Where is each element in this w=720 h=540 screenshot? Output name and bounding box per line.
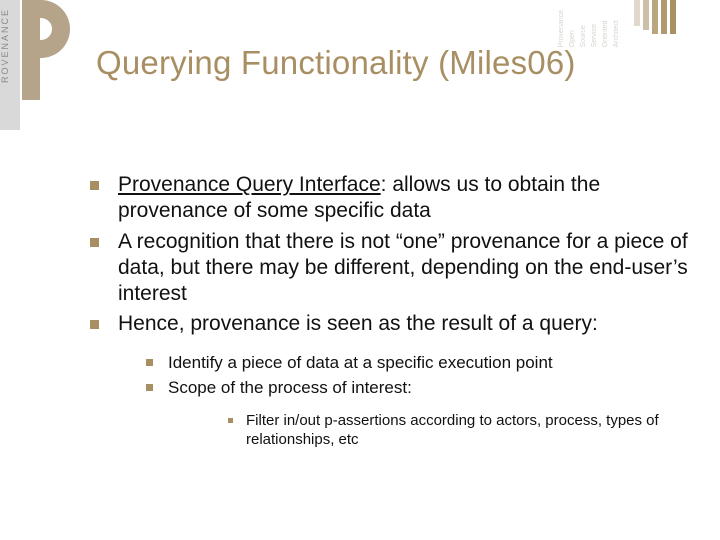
slide-body: Provenance Query Interface: allows us to… [90, 172, 692, 454]
faint-label: Service [591, 10, 598, 47]
bullet-text: Hence, provenance is seen as the result … [118, 312, 598, 335]
sub-bullet-item: Scope of the process of interest: Filter… [118, 377, 692, 450]
faint-label: Architect [613, 10, 620, 47]
sub-bullet-text: Scope of the process of interest: [168, 378, 412, 397]
slide-title: Querying Functionality (Miles06) [96, 44, 576, 82]
sub-sub-bullet-text: Filter in/out p-assertions according to … [246, 412, 659, 448]
sub-bullet-item: Identify a piece of data at a specific e… [118, 352, 692, 373]
faint-label: Oriented [602, 10, 609, 47]
bullet-item: Hence, provenance is seen as the result … [90, 311, 692, 449]
left-rail-label: ROVENANCE [0, 8, 20, 83]
decorative-stripes [634, 0, 694, 34]
faint-label: Open [569, 10, 576, 47]
sub-sub-bullet-item: Filter in/out p-assertions according to … [168, 412, 692, 450]
bullet-text: A recognition that there is not “one” pr… [118, 230, 688, 306]
bullet-lead: Provenance Query Interface [118, 173, 381, 196]
provenance-logo [22, 0, 80, 110]
top-right-faint-labels: Provenance Open Source Service Oriented … [558, 10, 620, 47]
faint-label: Source [580, 10, 587, 47]
bullet-item: A recognition that there is not “one” pr… [90, 229, 692, 308]
sub-bullet-text: Identify a piece of data at a specific e… [168, 353, 553, 372]
bullet-item: Provenance Query Interface: allows us to… [90, 172, 692, 225]
faint-label: Provenance [558, 10, 565, 47]
